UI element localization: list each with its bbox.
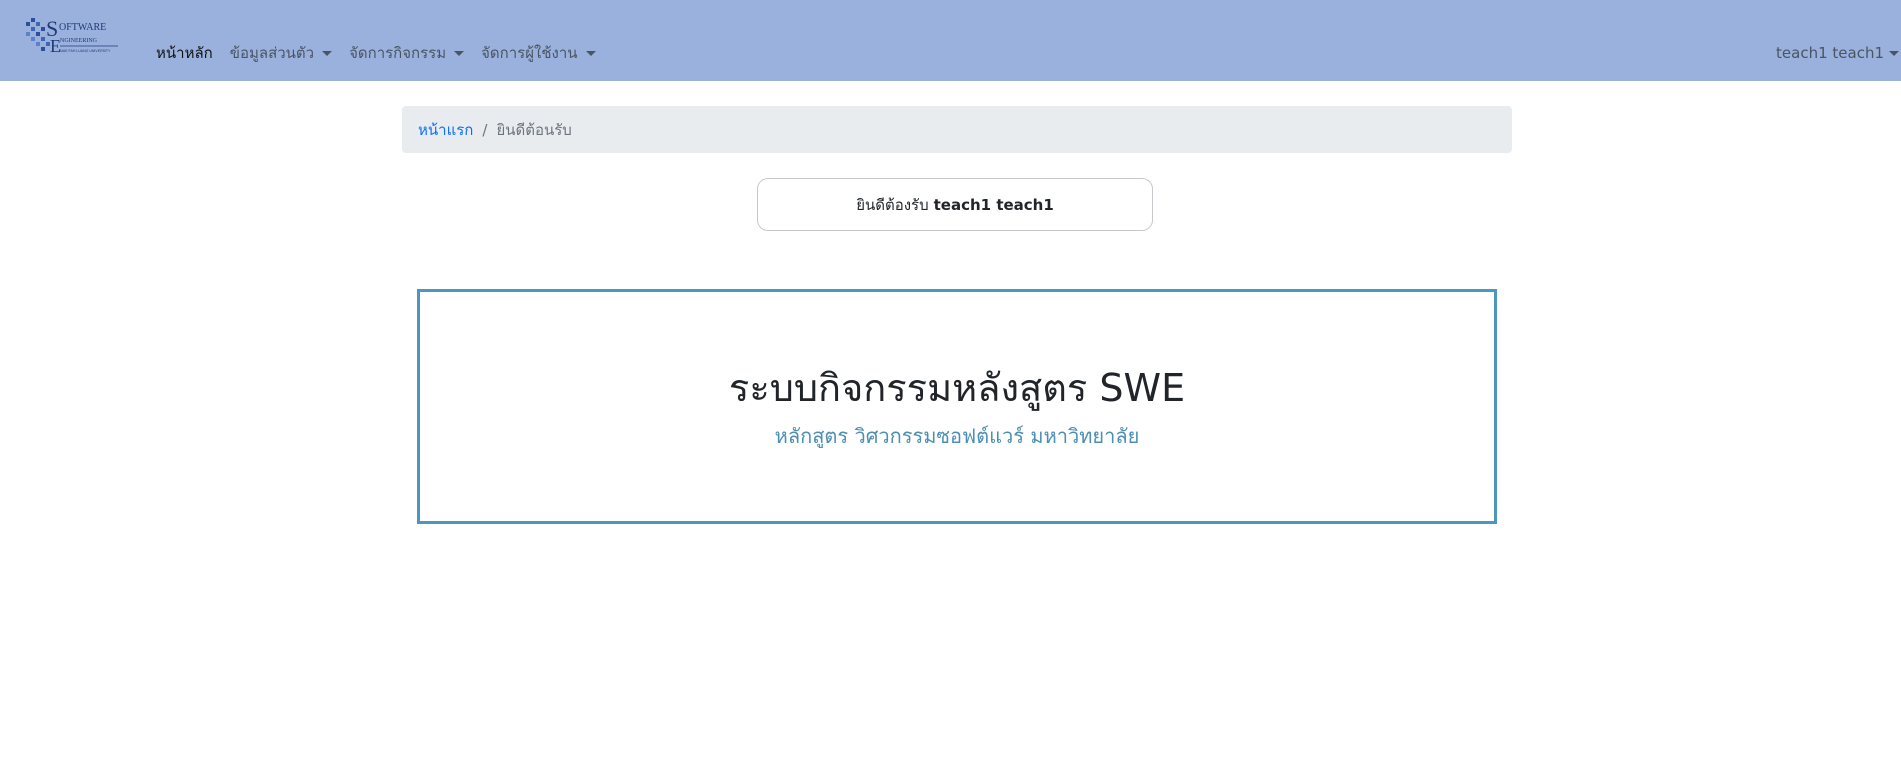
nav-item-label: จัดการกิจกรรม — [349, 44, 447, 62]
hero-title: ระบบกิจกรรมหลังสูตร SWE — [728, 366, 1186, 410]
chevron-down-icon — [454, 50, 465, 56]
hero-panel: ระบบกิจกรรมหลังสูตร SWE หลักสูตร วิศวกรร… — [417, 289, 1497, 524]
chevron-down-icon — [322, 50, 333, 56]
breadcrumb-current: ยินดีต้อนรับ — [496, 120, 572, 139]
software-engineering-logo[interactable]: S OFTWARE E NGINEERING MAE FAH LUANG UNI… — [26, 16, 120, 56]
chevron-down-icon — [585, 50, 596, 56]
nav-item-label: จัดการผู้ใช้งาน — [481, 44, 578, 62]
svg-text:MAE FAH LUANG UNIVERSITY: MAE FAH LUANG UNIVERSITY — [60, 49, 111, 53]
main-nav: หน้าหลัก ข้อมูลส่วนตัว จัดการกิจกรรม จัด… — [156, 41, 613, 65]
nav-item-manage-users[interactable]: จัดการผู้ใช้งาน — [481, 41, 596, 65]
svg-text:NGINEERING: NGINEERING — [60, 38, 98, 44]
breadcrumb: หน้าแรก / ยินดีต้อนรับ — [402, 106, 1512, 153]
user-menu[interactable]: teach1 teach1 — [1776, 41, 1901, 65]
breadcrumb-separator: / — [482, 120, 488, 139]
top-navbar: S OFTWARE E NGINEERING MAE FAH LUANG UNI… — [0, 0, 1901, 81]
nav-item-label: ข้อมูลส่วนตัว — [229, 44, 315, 62]
nav-item-profile[interactable]: ข้อมูลส่วนตัว — [229, 41, 333, 65]
hero-subtitle: หลักสูตร วิศวกรรมซอฟต์แวร์ มหาวิทยาลัย — [774, 424, 1140, 448]
welcome-card: ยินดีต้องรับ teach1 teach1 — [757, 178, 1153, 231]
breadcrumb-home-link[interactable]: หน้าแรก — [418, 118, 473, 142]
svg-text:OFTWARE: OFTWARE — [59, 22, 106, 33]
chevron-down-icon — [1889, 50, 1899, 56]
nav-item-label: หน้าหลัก — [156, 44, 213, 62]
welcome-prefix: ยินดีต้องรับ — [856, 195, 929, 214]
nav-item-home[interactable]: หน้าหลัก — [156, 41, 213, 65]
nav-item-manage-activities[interactable]: จัดการกิจกรรม — [349, 41, 465, 65]
user-name: teach1 teach1 — [1776, 44, 1884, 62]
welcome-user-name: teach1 teach1 — [933, 195, 1054, 214]
